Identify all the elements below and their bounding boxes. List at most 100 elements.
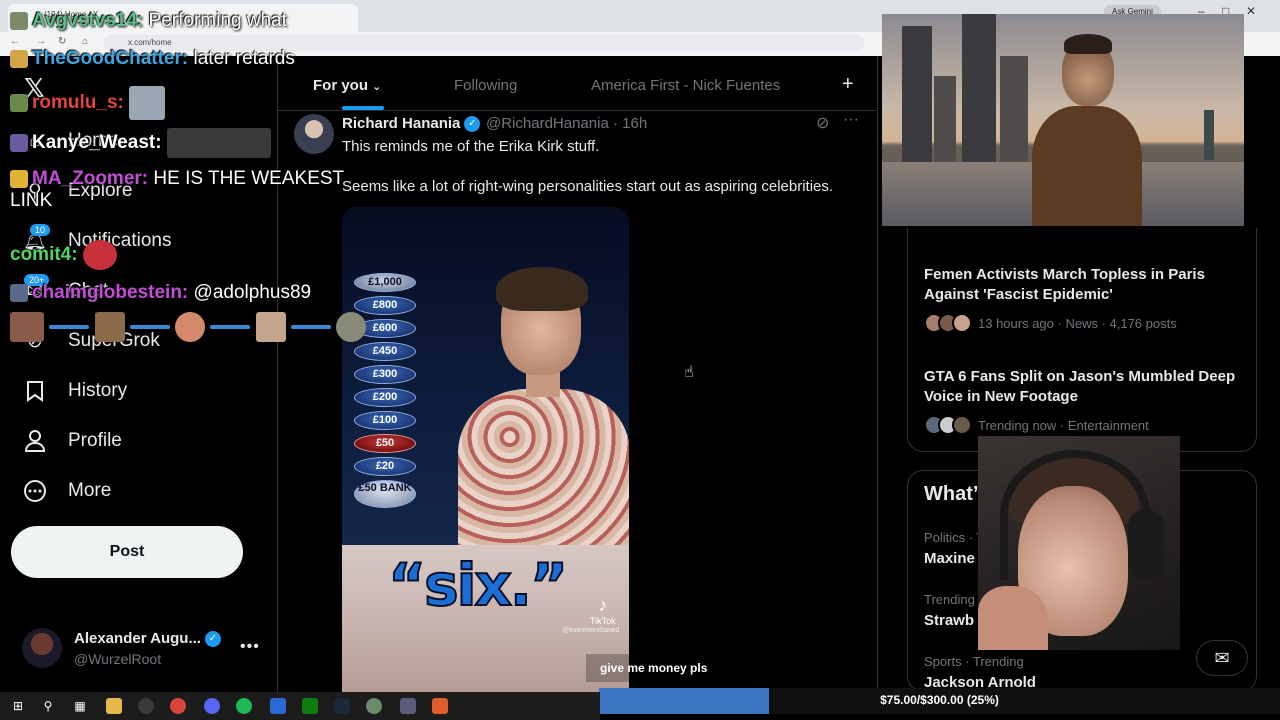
messages-icon[interactable]: ✉ (1196, 640, 1248, 676)
chevron-down-icon: ⌄ (372, 81, 382, 93)
obs-icon[interactable] (138, 698, 154, 714)
home-browser-icon[interactable]: ⌂ (82, 36, 88, 47)
task-view-icon[interactable]: ▦ (72, 698, 88, 714)
forward-icon[interactable]: → (36, 36, 46, 47)
feed-divider (877, 56, 878, 692)
reload-icon[interactable]: ↻ (58, 36, 66, 47)
verified-icon: ✓ (204, 631, 221, 648)
tiktok-handle: @evenmorebased (562, 627, 620, 634)
close-icon[interactable]: ✕ (1246, 4, 1256, 18)
trend-name[interactable]: Maxine (924, 550, 975, 567)
tab-for-you[interactable]: For you ⌄ (313, 77, 381, 94)
gta-overlay-image (882, 14, 1244, 226)
notifications-badge: 10 (30, 224, 51, 236)
trend-title[interactable]: Femen Activists March Topless in Paris A… (924, 265, 1224, 305)
tweet-handle-row: @RichardHanania · 16h (486, 115, 648, 132)
app-icon[interactable] (270, 698, 286, 714)
more-circle-icon (22, 478, 48, 504)
chat-emote (82, 240, 117, 270)
chat-user: MA_Zoomer: (32, 168, 149, 189)
verified-icon: ✓ (464, 116, 481, 133)
nav-item-history[interactable]: History (22, 378, 127, 404)
chat-text: Performing what (148, 10, 287, 31)
chat-emote (94, 312, 125, 342)
trend-meta: Trending now · Entertainment (978, 417, 1149, 433)
file-explorer-icon[interactable] (106, 698, 122, 714)
chat-message: romulu_s: (10, 86, 166, 120)
trend-category: Trending (924, 592, 975, 607)
tweet-avatar[interactable] (294, 114, 334, 154)
trend-category: Politics · T (924, 530, 985, 545)
chat-message: chaimglobestein: @adolphus89 (10, 282, 311, 304)
trend-title[interactable]: GTA 6 Fans Split on Jason's Mumbled Deep… (924, 367, 1244, 407)
mouse-cursor-icon: ☝ (684, 364, 694, 381)
trend-meta: 13 hours ago · News · 4,176 posts (978, 315, 1177, 331)
nav-item-more[interactable]: More (22, 478, 111, 504)
brave-icon[interactable] (432, 698, 448, 714)
tweet-video[interactable]: £1,000 £800 £600 £450 £300 £200 £100 £50… (342, 207, 629, 692)
chat-emote (166, 128, 271, 158)
chat-user: comit4: (10, 244, 78, 266)
url-text: x.com/home (128, 38, 172, 47)
tweet-time[interactable]: 16h (622, 115, 647, 132)
ladder-rung: £20 (354, 457, 416, 476)
active-tab-indicator (342, 106, 384, 110)
chat-badge-icon (10, 134, 28, 152)
trend-category: Sports · Trending (924, 654, 1024, 669)
chrome-icon[interactable] (170, 698, 186, 714)
tweet-author-row[interactable]: Richard Hanania ✓ (342, 115, 481, 133)
discord-icon[interactable] (204, 698, 220, 714)
back-icon[interactable]: ← (10, 36, 20, 47)
post-button[interactable]: Post (11, 526, 243, 578)
donation-progress-text: $75.00/$300.00 (25%) (880, 693, 999, 707)
nav-label: History (68, 380, 128, 401)
search-taskbar-icon[interactable]: ⚲ (40, 698, 56, 714)
person-icon (22, 428, 48, 454)
spotify-icon[interactable] (236, 698, 252, 714)
steam-icon[interactable] (334, 698, 350, 714)
grok-explain-icon[interactable]: ⊘ (816, 113, 829, 133)
account-avatar[interactable] (22, 628, 62, 668)
trend-meta-row: 13 hours ago · News · 4,176 posts (924, 313, 1177, 333)
chat-badge-icon (10, 283, 28, 302)
chat-message: comit4: (10, 240, 117, 270)
tiktok-icon: ♪ (598, 595, 608, 615)
chat-emote (210, 325, 251, 329)
ladder-rung: £200 (354, 388, 416, 407)
webcam-overlay (978, 436, 1180, 650)
tweet-more-icon[interactable]: ··· (843, 111, 859, 129)
chat-emote (49, 325, 90, 329)
chat-emote (129, 86, 166, 120)
chat-user: TheGoodChatter: (32, 48, 189, 69)
app-icon[interactable] (400, 698, 416, 714)
ladder-rung-bank: £50 BANK (354, 480, 416, 508)
ladder-rung: £450 (354, 342, 416, 361)
add-tab-icon[interactable]: + (842, 73, 854, 96)
chat-user: Kanye_Weast: (32, 132, 162, 154)
donation-label: give me money pls (586, 654, 722, 682)
tweet-handle: @RichardHanania (486, 115, 609, 132)
account-name-row[interactable]: Alexander Augu... ✓ (74, 630, 221, 648)
money-ladder: £1,000 £800 £600 £450 £300 £200 £100 £50… (350, 273, 420, 512)
trend-name[interactable]: Strawb (924, 612, 974, 629)
nav-item-profile[interactable]: Profile (22, 428, 122, 454)
chat-emote (129, 325, 170, 329)
chat-emote (10, 312, 44, 342)
tab-america-first[interactable]: America First - Nick Fuentes (591, 77, 780, 94)
nav-label: Profile (68, 430, 122, 451)
chat-emote (290, 325, 331, 329)
ladder-rung: £1,000 (354, 273, 416, 292)
chat-emote (175, 312, 206, 342)
bookmark-icon (22, 378, 48, 404)
tiktok-label: TikTok (590, 616, 616, 626)
account-more-icon[interactable]: ••• (240, 638, 260, 656)
xbox-icon[interactable] (302, 698, 318, 714)
chat-badge-icon (10, 49, 28, 68)
tweet-author-name: Richard Hanania (342, 115, 461, 132)
chat-message: MA_Zoomer: HE IS THE WEAKEST LINK (10, 168, 370, 212)
video-caption: “six.” (387, 550, 569, 620)
chat-user: Avgvstvs14: (32, 10, 144, 31)
app-icon[interactable] (366, 698, 382, 714)
windows-start-icon[interactable]: ⊞ (10, 698, 26, 714)
tab-following[interactable]: Following (454, 77, 517, 94)
